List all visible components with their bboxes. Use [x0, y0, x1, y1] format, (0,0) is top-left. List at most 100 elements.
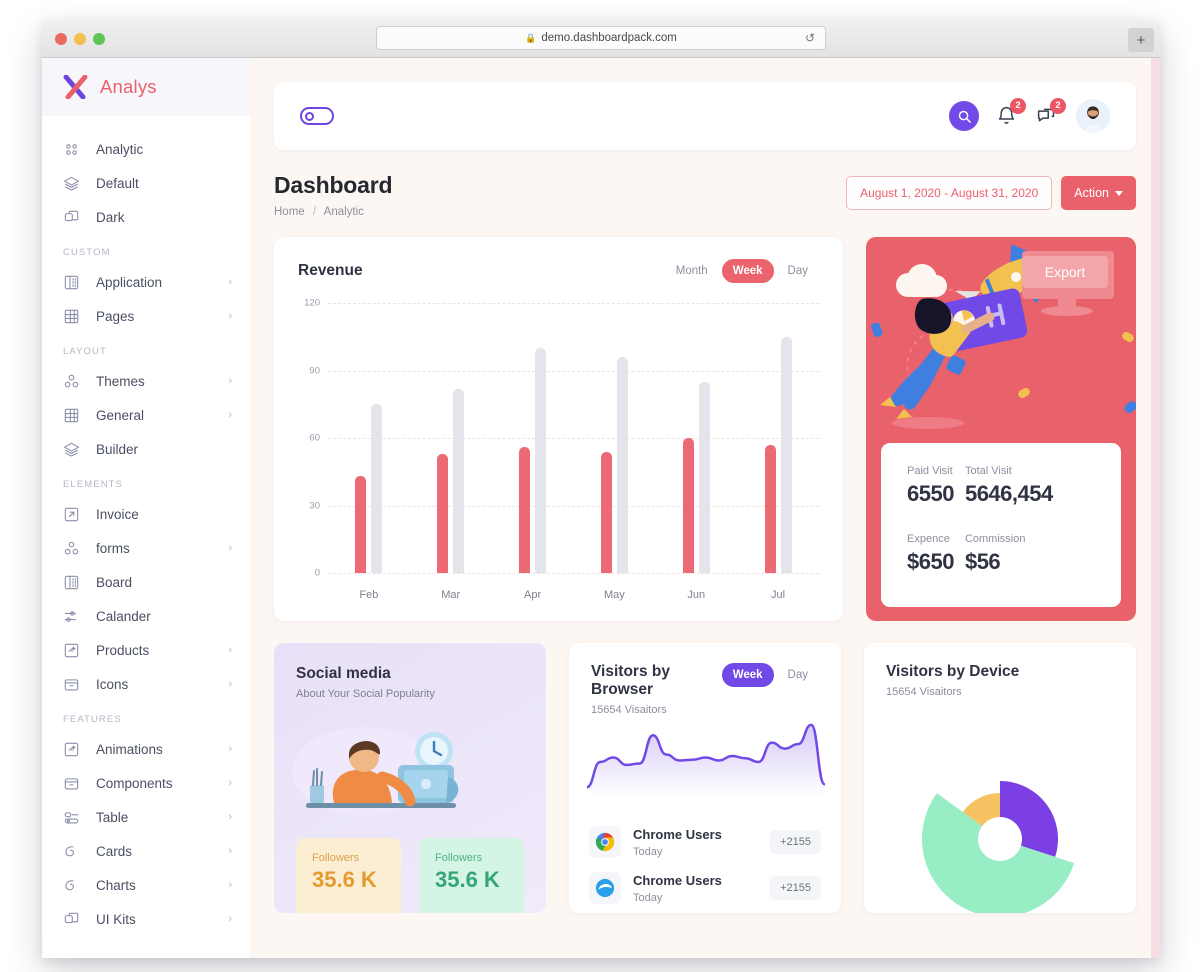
sidebar-item-animations[interactable]: Animations ›	[42, 732, 250, 766]
browser-name: Chrome Users	[633, 827, 722, 842]
sidebar-item-analytic[interactable]: Analytic	[42, 132, 250, 166]
sidebar-item-icons[interactable]: Icons ›	[42, 667, 250, 701]
export-button[interactable]: Export	[1022, 256, 1108, 288]
breadcrumb-home[interactable]: Home	[274, 206, 305, 218]
main-content: 2 2 Dashboard Home / Analytic August 1, …	[250, 58, 1160, 958]
sidebar-item-pages[interactable]: Pages ›	[42, 299, 250, 333]
messages-button[interactable]: 2	[1036, 97, 1066, 128]
sidebar-item-label: Board	[96, 574, 133, 590]
topbar-actions: 2 2	[949, 97, 1110, 133]
follower-label: Followers	[435, 852, 483, 864]
sidebar-item-forms[interactable]: forms ›	[42, 531, 250, 565]
stat-value: 5646,454	[964, 481, 1053, 506]
sidebar-item-label: Table	[96, 809, 129, 825]
social-title: Social media	[296, 665, 391, 682]
grid-dots-icon	[63, 141, 80, 158]
y-axis-tick: 60	[309, 432, 320, 444]
segment-day[interactable]: Day	[777, 259, 819, 283]
visitors-by-device-card: Visitors by Device 15654 Visaitors	[864, 643, 1136, 913]
layers-icon	[63, 175, 80, 192]
donut-slice-desktop	[1000, 781, 1058, 857]
sidebar-item-general[interactable]: General ›	[42, 398, 250, 432]
sidebar-item-default[interactable]: Default	[42, 166, 250, 200]
device-donut-chart	[922, 781, 1075, 913]
brand-logo[interactable]: Analys	[42, 58, 250, 116]
bar-previous-jun	[698, 381, 710, 573]
sidebar-item-themes[interactable]: Themes ›	[42, 364, 250, 398]
bar-group	[410, 303, 492, 573]
stat-label: Paid Visit	[907, 465, 953, 477]
sidebar-item-dark[interactable]: Dark	[42, 200, 250, 234]
minimize-button[interactable]	[74, 33, 86, 45]
browser-list-item[interactable]: Chrome Users Today +2155	[589, 819, 821, 865]
window-controls[interactable]	[55, 33, 105, 45]
new-tab-button[interactable]: +	[1128, 28, 1154, 52]
browser-list-item[interactable]: Chrome Users Today +2155	[589, 865, 821, 911]
sidebar-item-label: General	[96, 407, 145, 423]
revenue-chart: 0 30 60 90 120 Feb Mar Apr May Jun Jul	[298, 298, 819, 603]
cards-row-secondary: Social media About Your Social Popularit…	[274, 643, 1136, 913]
stat-paid-visit: Paid Visit 6550	[907, 465, 954, 507]
browser-timeframe: Today	[633, 846, 663, 858]
avatar[interactable]	[1076, 99, 1110, 133]
sidebar-item-invoice[interactable]: Invoice	[42, 497, 250, 531]
search-button[interactable]	[949, 101, 979, 131]
segment-week[interactable]: Week	[721, 663, 774, 687]
stats-row-money: Expence $650 Commission $56	[907, 533, 1095, 575]
sidebar-item-label: Invoice	[96, 506, 139, 522]
follower-tiles: Followers 35.6 K Followers 35.6 K	[296, 838, 524, 913]
edge-icon	[589, 872, 621, 904]
segment-month[interactable]: Month	[665, 259, 719, 283]
sidebar-item-label: Calander	[96, 608, 151, 624]
stat-total-visit: Total Visit 5646,454	[965, 465, 1053, 507]
revenue-title: Revenue	[298, 262, 363, 279]
revenue-card-header: Revenue Month Week Day	[298, 259, 819, 283]
chevron-right-icon: ›	[228, 844, 232, 857]
sidebar-item-cards[interactable]: Cards ›	[42, 834, 250, 868]
close-button[interactable]	[55, 33, 67, 45]
segment-week[interactable]: Week	[721, 259, 774, 283]
bar-group	[655, 303, 737, 573]
sidebar-item-table[interactable]: Table ›	[42, 800, 250, 834]
chevron-down-icon	[1115, 190, 1123, 196]
sidebar-item-label: Builder	[96, 441, 139, 457]
follower-tile-secondary: Followers 35.6 K	[419, 838, 524, 913]
date-range-picker[interactable]: August 1, 2020 - August 31, 2020	[846, 176, 1053, 210]
action-dropdown-button[interactable]: Action	[1061, 176, 1136, 210]
x-axis-tick: May	[604, 589, 625, 601]
sidebar-section-elements: ELEMENTS	[63, 479, 124, 490]
maximize-button[interactable]	[93, 33, 105, 45]
sidebar-item-label: Animations	[96, 741, 163, 757]
browser-delta-badge: +2155	[770, 830, 821, 854]
sidebar-toggle-icon[interactable]	[300, 107, 334, 125]
sidebar-item-label: forms	[96, 540, 130, 556]
spiral-icon	[63, 843, 80, 860]
reload-icon[interactable]: ↺	[805, 31, 815, 45]
address-bar[interactable]: 🔒 demo.dashboardpack.com ↺	[376, 26, 826, 50]
browser-list: Chrome Users Today +2155 Chrome Users Today +…	[589, 819, 821, 911]
sidebar: Analys Analytic Default Dark CUSTOM Applicat…	[42, 58, 250, 958]
sidebar-item-board[interactable]: Board	[42, 565, 250, 599]
bar-previous-apr	[535, 348, 547, 573]
segment-day[interactable]: Day	[777, 663, 819, 687]
page-header: Dashboard Home / Analytic August 1, 2020…	[274, 172, 1136, 218]
sidebar-item-components[interactable]: Components ›	[42, 766, 250, 800]
sidebar-item-products[interactable]: Products ›	[42, 633, 250, 667]
sidebar-item-calander[interactable]: Calander	[42, 599, 250, 633]
x-axis-tick: Mar	[441, 589, 461, 601]
visit-stats-panel: Paid Visit 6550 Total Visit 5646,454 Exp…	[881, 443, 1121, 607]
copy-icon	[63, 209, 80, 226]
sidebar-item-label: Charts	[96, 877, 136, 893]
sidebar-item-label: Default	[96, 175, 139, 191]
sidebar-item-ui-kits[interactable]: UI Kits ›	[42, 902, 250, 936]
stat-value: 6550	[907, 481, 954, 506]
chevron-right-icon: ›	[228, 677, 232, 690]
sidebar-item-label: Themes	[96, 373, 145, 389]
sidebar-item-application[interactable]: Application ›	[42, 265, 250, 299]
sidebar-item-charts[interactable]: Charts ›	[42, 868, 250, 902]
right-rail	[1151, 58, 1160, 958]
sidebar-item-builder[interactable]: Builder	[42, 432, 250, 466]
notifications-button[interactable]: 2	[996, 97, 1026, 128]
chevron-right-icon: ›	[228, 374, 232, 387]
table-icon	[63, 308, 80, 325]
